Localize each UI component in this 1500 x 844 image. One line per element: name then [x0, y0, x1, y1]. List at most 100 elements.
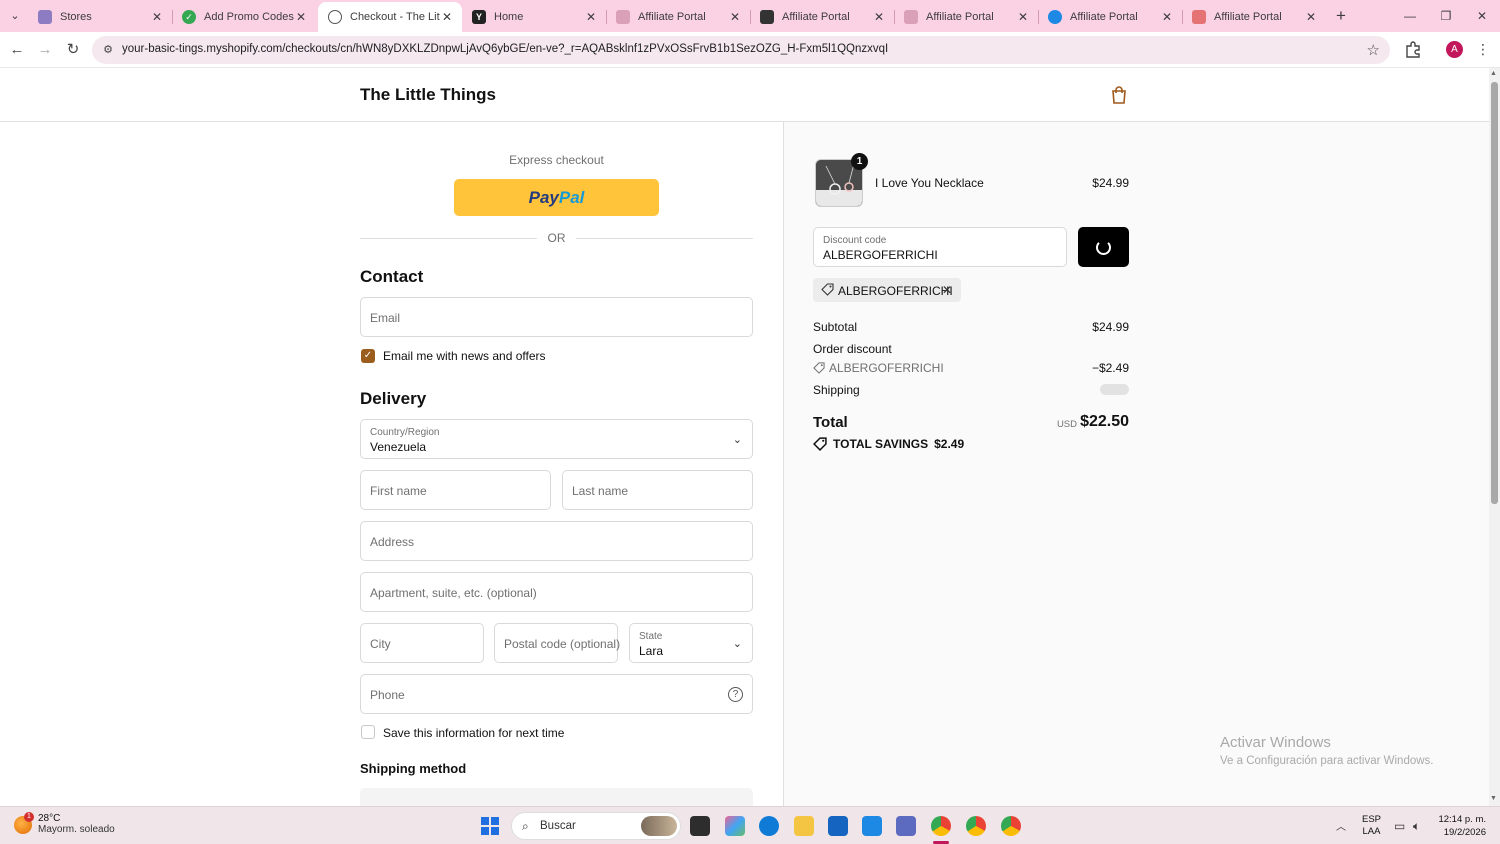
- tab-home[interactable]: Y Home ✕: [462, 2, 606, 32]
- address-bar[interactable]: ⚙ your-basic-tings.myshopify.com/checkou…: [92, 36, 1390, 64]
- watermark-title: Activar Windows: [1220, 734, 1331, 751]
- copilot-icon[interactable]: [725, 816, 745, 836]
- news-checkbox-label[interactable]: Email me with news and offers: [383, 349, 546, 363]
- profile-avatar[interactable]: A: [1446, 41, 1463, 58]
- delivery-title: Delivery: [360, 389, 427, 408]
- scroll-down-icon[interactable]: ▼: [1490, 795, 1497, 802]
- close-icon[interactable]: ✕: [1304, 10, 1318, 24]
- url-text[interactable]: your-basic-tings.myshopify.com/checkouts…: [122, 43, 1342, 55]
- store-icon[interactable]: [828, 816, 848, 836]
- state-select[interactable]: State Lara ⌄: [629, 623, 753, 663]
- tab-checkout[interactable]: Checkout - The Little ✕: [318, 2, 462, 32]
- discount-code-label: Discount code: [823, 235, 887, 246]
- email-placeholder: Email: [370, 311, 401, 325]
- weather-badge: 1: [24, 812, 34, 822]
- address-field[interactable]: Address: [360, 521, 753, 561]
- state-label: State: [639, 631, 663, 642]
- tab-title: Affiliate Portal: [638, 11, 706, 23]
- chrome-profile-2-icon[interactable]: [966, 816, 986, 836]
- close-icon[interactable]: ✕: [872, 10, 886, 24]
- extensions-icon[interactable]: [1404, 40, 1422, 58]
- start-button[interactable]: [481, 817, 499, 835]
- last-name-field[interactable]: Last name: [562, 470, 753, 510]
- city-field[interactable]: City: [360, 623, 484, 663]
- quantity-badge: 1: [851, 153, 868, 170]
- chevron-down-icon: ⌄: [732, 638, 742, 650]
- tab-promo-codes[interactable]: ✓ Add Promo Codes fo ✕: [172, 2, 316, 32]
- language-indicator[interactable]: ESP LAA: [1362, 814, 1381, 838]
- help-icon[interactable]: ?: [728, 687, 743, 702]
- affiliate-favicon-icon: [1192, 10, 1206, 24]
- news-checkbox[interactable]: ✓: [361, 349, 375, 363]
- taskbar-search[interactable]: ⌕ Buscar: [511, 812, 681, 840]
- tab-stores[interactable]: Stores ✕: [28, 2, 172, 32]
- tab-affiliate-portal-5[interactable]: Affiliate Portal ✕: [1182, 2, 1326, 32]
- clock-time: 12:14 p. m.: [1438, 814, 1486, 825]
- shopping-bag-icon[interactable]: [1111, 86, 1127, 104]
- remove-code-icon[interactable]: ✕: [942, 283, 952, 297]
- store-header: The Little Things: [0, 68, 1489, 122]
- restore-button[interactable]: ❐: [1436, 6, 1456, 26]
- forward-button[interactable]: →: [35, 40, 55, 60]
- weather-widget[interactable]: 1 28°C Mayorm. soleado: [14, 812, 115, 835]
- back-button[interactable]: ←: [7, 40, 27, 60]
- search-highlight-image: [641, 816, 677, 836]
- volume-icon[interactable]: 🔈︎: [1413, 819, 1420, 834]
- save-info-checkbox[interactable]: [361, 725, 375, 739]
- page-scrollbar[interactable]: ▲ ▼: [1489, 68, 1500, 806]
- task-view-icon[interactable]: [690, 816, 710, 836]
- tab-affiliate-portal-1[interactable]: Affiliate Portal ✕: [606, 2, 750, 32]
- tab-title: Stores: [60, 11, 92, 23]
- outlook-icon[interactable]: [862, 816, 882, 836]
- total-value: $22.50: [1080, 413, 1129, 430]
- tag-icon: [821, 283, 834, 296]
- apply-discount-button[interactable]: [1078, 227, 1129, 267]
- network-icon[interactable]: ▭: [1394, 819, 1405, 833]
- country-select[interactable]: Country/Region Venezuela ⌄: [360, 419, 753, 459]
- affiliate-favicon-icon: [904, 10, 918, 24]
- discount-code-field[interactable]: Discount code ALBERGOFERRICHI: [813, 227, 1067, 267]
- close-icon[interactable]: ✕: [584, 10, 598, 24]
- close-icon[interactable]: ✕: [1016, 10, 1030, 24]
- y-favicon-icon: Y: [472, 10, 486, 24]
- apartment-field[interactable]: Apartment, suite, etc. (optional): [360, 572, 753, 612]
- phone-field[interactable]: Phone ?: [360, 674, 753, 714]
- save-info-label[interactable]: Save this information for next time: [383, 726, 564, 740]
- system-clock[interactable]: 12:14 p. m. 19/2/2026: [1436, 813, 1486, 839]
- bookmark-star-icon[interactable]: ☆: [1367, 41, 1380, 59]
- affiliate-favicon-icon: [616, 10, 630, 24]
- tab-affiliate-portal-3[interactable]: Affiliate Portal ✕: [894, 2, 1038, 32]
- close-icon[interactable]: ✕: [728, 10, 742, 24]
- chrome-profile-3-icon[interactable]: [1001, 816, 1021, 836]
- minimize-button[interactable]: —: [1400, 6, 1420, 26]
- scrollbar-thumb[interactable]: [1491, 82, 1498, 504]
- app-window: ⌄ Stores ✕ ✓ Add Promo Codes fo ✕ Checko…: [0, 0, 1500, 844]
- close-icon[interactable]: ✕: [150, 10, 164, 24]
- tab-search-icon[interactable]: ⌄: [6, 7, 24, 25]
- postal-code-field[interactable]: Postal code (optional): [494, 623, 620, 663]
- file-explorer-icon[interactable]: [794, 816, 814, 836]
- address-placeholder: Address: [370, 535, 415, 549]
- shipping-method-box: [360, 788, 753, 806]
- new-tab-button[interactable]: +: [1332, 6, 1350, 26]
- edge-icon[interactable]: [759, 816, 779, 836]
- tab-affiliate-portal-2[interactable]: Affiliate Portal ✕: [750, 2, 894, 32]
- chevron-up-icon[interactable]: ︿: [1336, 818, 1346, 833]
- keyboard-layout: LAA: [1362, 826, 1381, 837]
- site-info-icon[interactable]: ⚙: [100, 42, 116, 58]
- menu-icon[interactable]: ⋮: [1476, 40, 1490, 58]
- first-name-field[interactable]: First name: [360, 470, 551, 510]
- paypal-button[interactable]: Pay Pal: [454, 179, 659, 216]
- close-icon[interactable]: ✕: [440, 10, 454, 24]
- reload-button[interactable]: ↻: [63, 40, 83, 60]
- email-field[interactable]: Email: [360, 297, 753, 337]
- tab-affiliate-portal-4[interactable]: Affiliate Portal ✕: [1038, 2, 1182, 32]
- teams-icon[interactable]: [896, 816, 916, 836]
- chrome-icon[interactable]: [931, 816, 951, 836]
- divider-line: [576, 238, 753, 239]
- close-icon[interactable]: ✕: [294, 10, 308, 24]
- close-icon[interactable]: ✕: [1160, 10, 1174, 24]
- scroll-up-icon[interactable]: ▲: [1490, 70, 1497, 77]
- window-close-button[interactable]: ✕: [1472, 6, 1492, 26]
- store-name[interactable]: The Little Things: [360, 85, 496, 105]
